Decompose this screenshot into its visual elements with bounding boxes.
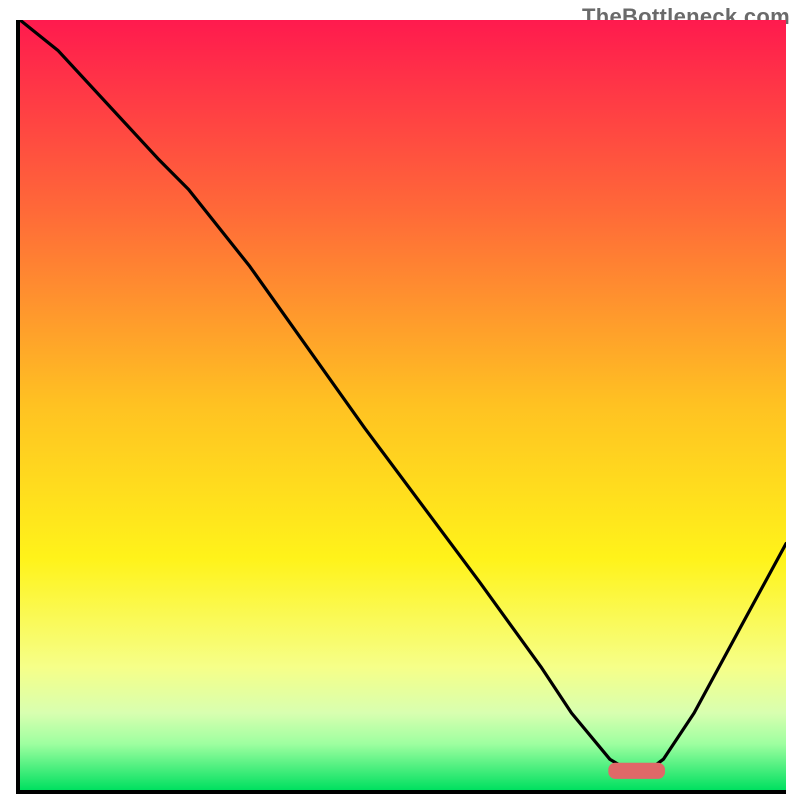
target-range-marker <box>608 763 665 779</box>
plot-svg <box>20 20 786 790</box>
plot-area <box>16 20 786 794</box>
chart-stage: TheBottleneck.com <box>0 0 800 800</box>
